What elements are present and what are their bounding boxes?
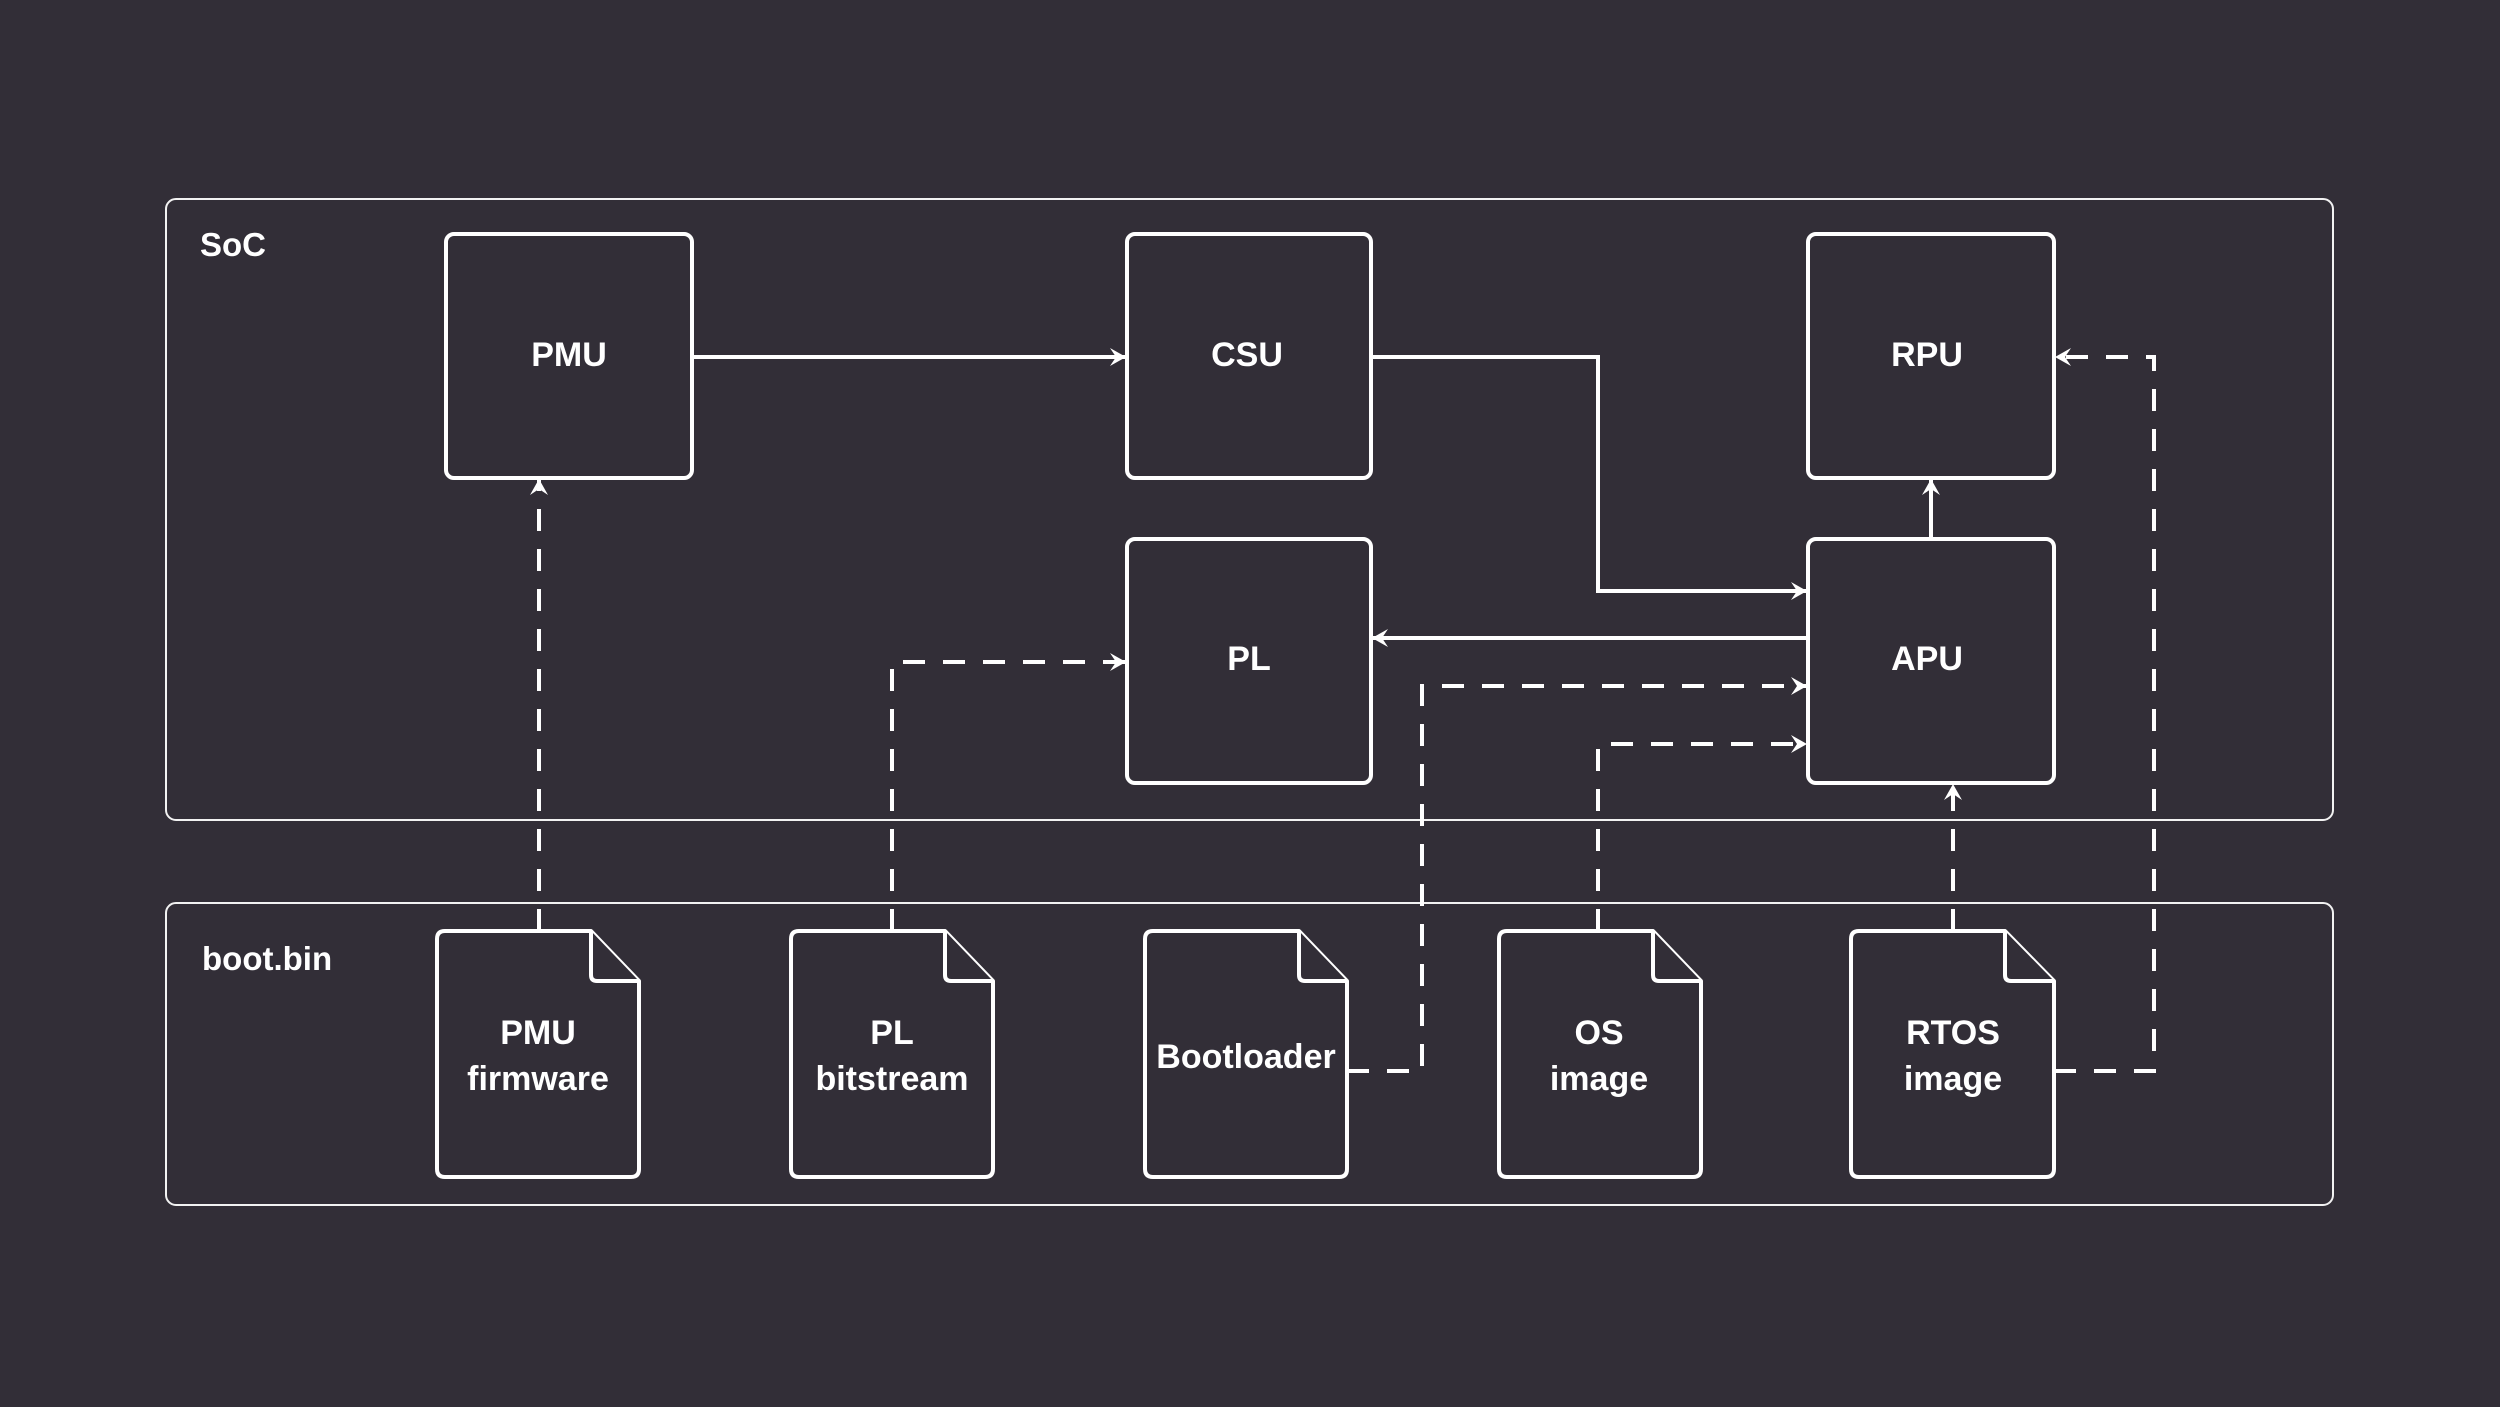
bootbin-group-label: boot.bin [202,940,332,977]
file-pl-bitstream-line1: PL [870,1014,913,1052]
block-rpu[interactable]: RPU [1806,232,2056,480]
file-pmu-firmware-line1: PMU [500,1014,576,1052]
soc-group-label: SoC [200,226,266,263]
file-rtos-image-line1: RTOS [1906,1014,2000,1052]
file-pl-bitstream-line2: bitstream [815,1060,968,1098]
edge-rtos-to-rpu [2054,348,2156,1073]
edge-plbit-to-pl [890,653,1126,931]
block-rpu-label: RPU [1891,336,1963,374]
block-pmu[interactable]: PMU [444,232,694,480]
block-pmu-label: PMU [531,336,607,374]
block-csu-label: CSU [1211,336,1283,374]
file-os-image-line2: image [1550,1060,1648,1098]
file-os-image[interactable]: OS image [1497,929,1703,1179]
file-rtos-image[interactable]: RTOS image [1849,929,2056,1179]
block-csu[interactable]: CSU [1125,232,1373,480]
file-bootloader[interactable]: Bootloader [1143,929,1349,1179]
block-apu-label: APU [1891,640,1963,678]
edge-csu-to-apu [1371,355,1807,600]
file-bootloader-line1: Bootloader [1156,1038,1335,1076]
block-apu[interactable]: APU [1806,537,2056,785]
file-rtos-image-line2: image [1904,1060,2002,1098]
block-pl[interactable]: PL [1125,537,1373,785]
file-pmu-firmware-line2: firmware [467,1060,609,1098]
block-pl-label: PL [1227,640,1270,678]
file-pmu-firmware[interactable]: PMU firmware [435,929,641,1179]
file-os-image-line1: OS [1574,1014,1623,1052]
boot-flow-diagram: SoC boot.bin PMU CSU RPU PL APU PMU firm… [165,198,2334,1206]
file-pl-bitstream[interactable]: PL bitstream [789,929,995,1179]
